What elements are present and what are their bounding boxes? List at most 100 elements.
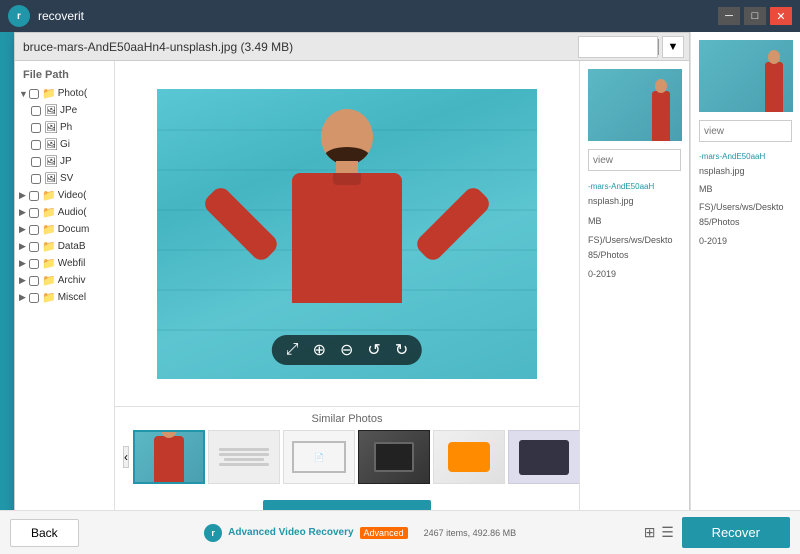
zoom-out-icon[interactable]: ⊖ (340, 340, 353, 360)
list-view-icon[interactable]: ☰ (660, 525, 676, 541)
view-icons: ⊞ ☰ (642, 525, 676, 541)
tree-item-jpe[interactable]: 🖼 JPe (15, 102, 114, 119)
filter-search-input[interactable] (578, 36, 658, 58)
bottom-bar: Back r Advanced Video Recovery Advanced … (0, 510, 800, 554)
title-bar-left: r recoverit (8, 5, 84, 27)
jp-label: JP (60, 156, 72, 167)
outer-right-info: -mars-AndE50aaH nsplash.jpg MB FS)/Users… (699, 150, 792, 249)
jpe-label: JPe (60, 105, 77, 116)
main-layout: File Path ▼ 📁 Photo( 🖼 JPe 🖼 Ph (15, 61, 689, 541)
audio-arrow: ▶ (19, 207, 29, 218)
similar-photos-list: 📄 (133, 430, 579, 484)
video-folder-icon: 📁 (42, 189, 56, 202)
misc-checkbox[interactable] (29, 293, 39, 303)
size-info: MB (588, 214, 681, 229)
tree-item-photos[interactable]: ▼ 📁 Photo( (15, 85, 114, 102)
folder-icon: 📁 (42, 87, 56, 100)
archive-label: Archiv (58, 275, 86, 286)
similar-photo-6[interactable] (508, 430, 579, 484)
tree-item-gi[interactable]: 🖼 Gi (15, 136, 114, 153)
tree-item-jp[interactable]: 🖼 JP (15, 153, 114, 170)
advanced-video-link[interactable]: Advanced Video Recovery (228, 527, 353, 538)
db-icon: 📁 (42, 240, 56, 253)
preview-image: ⤢ ⊕ ⊖ ↺ ↻ (157, 89, 537, 379)
path-value: FS)/Users/ws/Deskto (588, 235, 673, 245)
title-bar: r recoverit ─ □ ✕ (0, 0, 800, 32)
gi-icon: 🖼 (44, 138, 58, 151)
tree-item-audio[interactable]: ▶ 📁 Audio( (15, 204, 114, 221)
right-panel-info: -mars-AndE50aaH nsplash.jpg MB FS)/Users… (588, 179, 681, 283)
similar-photo-3[interactable]: 📄 (283, 430, 355, 484)
right-panel-search[interactable] (588, 149, 681, 171)
app-icon-small: r (204, 524, 222, 542)
audio-icon: 📁 (42, 206, 56, 219)
similar-photo-5[interactable] (433, 430, 505, 484)
person-head (321, 109, 373, 165)
tree-item-archive[interactable]: ▶ 📁 Archiv (15, 272, 114, 289)
file-tree-sidebar: File Path ▼ 📁 Photo( 🖼 JPe 🖼 Ph (15, 61, 115, 541)
gi-checkbox[interactable] (31, 140, 41, 150)
jp-icon: 🖼 (44, 155, 58, 168)
video-checkbox[interactable] (29, 191, 39, 201)
popup-window: bruce-mars-AndE50aaHn4-unsplash.jpg (3.4… (14, 32, 690, 542)
filter-icon-area: ▼ (578, 36, 684, 58)
jpe-checkbox[interactable] (31, 106, 41, 116)
web-checkbox[interactable] (29, 259, 39, 269)
bottom-right: ⊞ ☰ Recover (642, 517, 790, 548)
similar-photo-1[interactable] (133, 430, 205, 484)
doc-checkbox[interactable] (29, 225, 39, 235)
right-panel-thumbnail (588, 69, 682, 141)
tree-item-doc[interactable]: ▶ 📁 Docum (15, 221, 114, 238)
zoom-in-icon[interactable]: ⊕ (313, 340, 326, 360)
jp-checkbox[interactable] (31, 157, 41, 167)
preview-image-area: ⤢ ⊕ ⊖ ↺ ↻ (115, 61, 579, 406)
fit-icon[interactable]: ⤢ (286, 341, 299, 359)
right-outer-thumb (699, 40, 793, 112)
prev-similar-btn[interactable]: ‹ (123, 446, 129, 468)
similar-photo-2[interactable] (208, 430, 280, 484)
misc-arrow: ▶ (19, 292, 29, 303)
right-main-panel: -mars-AndE50aaH nsplash.jpg MB FS)/Users… (690, 32, 800, 542)
doc-arrow: ▶ (19, 224, 29, 235)
video-label: Video( (58, 190, 87, 201)
person-body (292, 173, 402, 303)
title-controls: ─ □ ✕ (718, 7, 792, 25)
tree-item-sv[interactable]: 🖼 SV (15, 170, 114, 187)
grid-view-icon[interactable]: ⊞ (642, 525, 658, 541)
rotate-right-icon[interactable]: ↻ (395, 340, 408, 360)
similar-photos-title: Similar Photos (123, 413, 571, 425)
archive-icon: 📁 (42, 274, 56, 287)
photos-label: Photo( (58, 88, 87, 99)
center-preview-area: ⤢ ⊕ ⊖ ↺ ↻ Similar Photos ‹ (115, 61, 579, 541)
ph-checkbox[interactable] (31, 123, 41, 133)
popup-title: bruce-mars-AndE50aaHn4-unsplash.jpg (3.4… (23, 40, 293, 54)
db-checkbox[interactable] (29, 242, 39, 252)
tree-item-misc[interactable]: ▶ 📁 Miscel (15, 289, 114, 306)
bottom-left: Back (10, 519, 79, 547)
archive-checkbox[interactable] (29, 276, 39, 286)
close-btn[interactable]: ✕ (770, 7, 792, 25)
sv-checkbox[interactable] (31, 174, 41, 184)
tree-item-db[interactable]: ▶ 📁 DataB (15, 238, 114, 255)
similar-photo-4[interactable] (358, 430, 430, 484)
archive-arrow: ▶ (19, 275, 29, 286)
sv-label: SV (60, 173, 73, 184)
tree-item-web[interactable]: ▶ 📁 Webfil (15, 255, 114, 272)
app-window: r recoverit ─ □ ✕ bruce-mars-AndE50aaHn4… (0, 0, 800, 554)
photos-checkbox[interactable] (29, 89, 39, 99)
filter-btn[interactable]: ▼ (662, 36, 684, 58)
path-info: FS)/Users/ws/Deskto 85/Photos (588, 233, 681, 264)
recover-bottom-button[interactable]: Recover (682, 517, 790, 548)
back-button[interactable]: Back (10, 519, 79, 547)
db-arrow: ▶ (19, 241, 29, 252)
minimize-btn[interactable]: ─ (718, 7, 740, 25)
tree-item-ph[interactable]: 🖼 Ph (15, 119, 114, 136)
outer-right-search[interactable] (699, 120, 792, 142)
rotate-left-icon[interactable]: ↺ (367, 340, 380, 360)
thumb-person-body (652, 91, 670, 141)
misc-icon: 📁 (42, 291, 56, 304)
maximize-btn[interactable]: □ (744, 7, 766, 25)
tree-item-video[interactable]: ▶ 📁 Video( (15, 187, 114, 204)
audio-checkbox[interactable] (29, 208, 39, 218)
bottom-center: r Advanced Video Recovery Advanced 2467 … (204, 524, 516, 542)
